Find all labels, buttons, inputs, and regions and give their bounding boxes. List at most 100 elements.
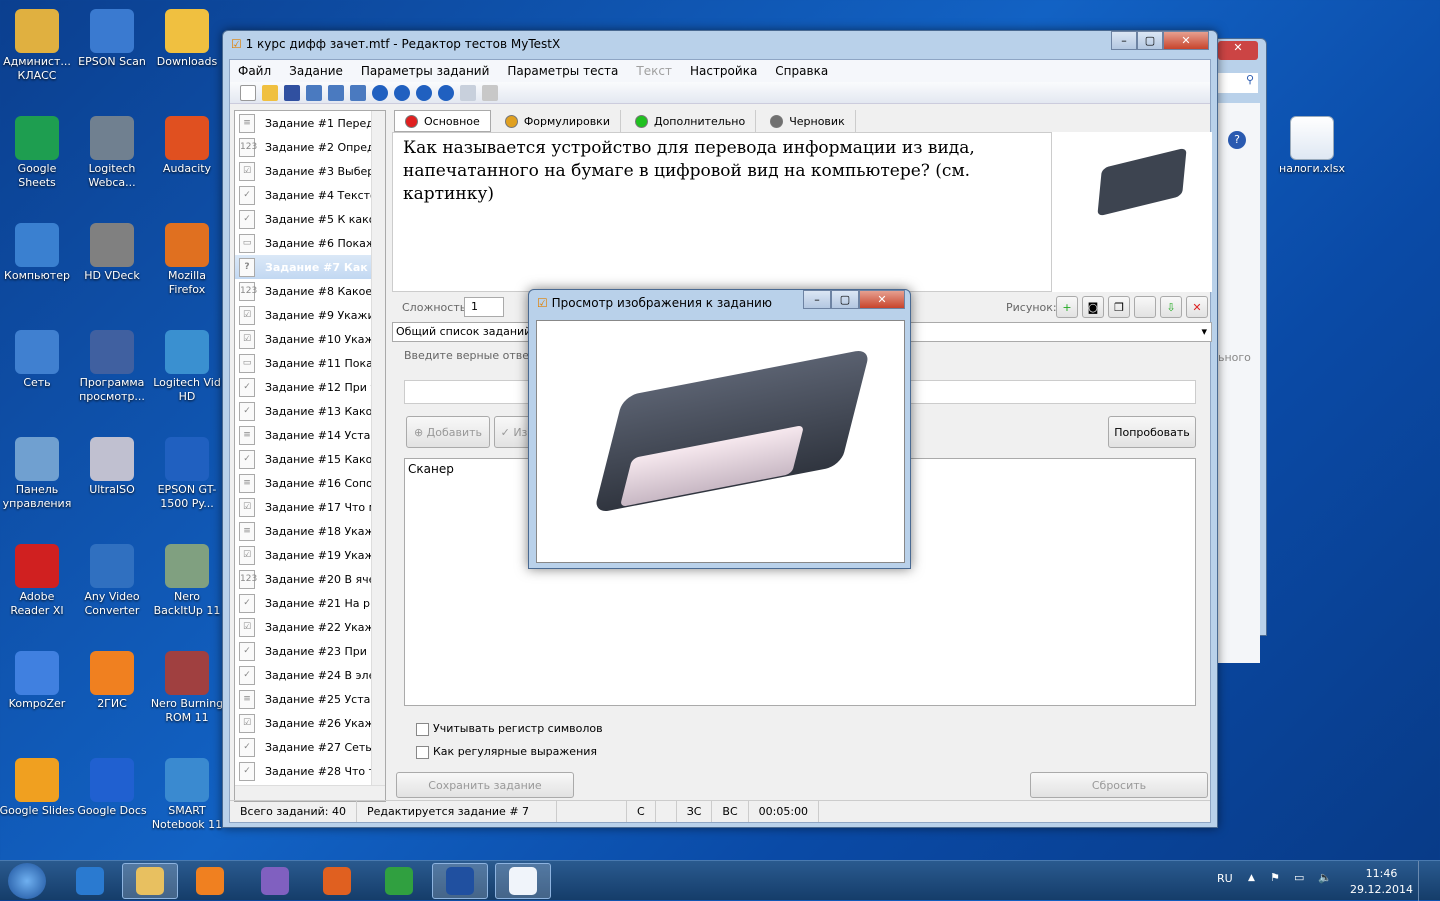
desktop-icon[interactable]: Mozilla Firefox bbox=[149, 219, 225, 297]
desktop-icon[interactable]: Downloads bbox=[149, 5, 225, 69]
task-list-item[interactable]: ✓Задание #24 В элект bbox=[235, 663, 371, 687]
task-list-item[interactable]: ≡Задание #14 Устано bbox=[235, 423, 371, 447]
menu-item[interactable]: Файл bbox=[238, 64, 271, 78]
task-list-item[interactable]: 123Задание #8 Какое ко bbox=[235, 279, 371, 303]
ie-taskbar-button[interactable] bbox=[62, 863, 118, 899]
word-taskbar-button[interactable] bbox=[432, 863, 488, 899]
new-file-icon[interactable] bbox=[240, 84, 256, 101]
desktop-icon[interactable]: Nero BackItUp 11 bbox=[149, 540, 225, 618]
show-desktop-button[interactable] bbox=[1418, 861, 1440, 901]
task-list-item[interactable]: ✓Задание #27 Сеть, к bbox=[235, 735, 371, 759]
answer-item[interactable]: Сканер bbox=[408, 462, 454, 476]
task-list-item[interactable]: 123Задание #20 В ячейк bbox=[235, 567, 371, 591]
copy-icon[interactable] bbox=[460, 84, 476, 101]
delete-picture-button[interactable]: ✕ bbox=[1186, 296, 1208, 318]
desktop-icon[interactable]: Nero Burning ROM 11 bbox=[149, 647, 225, 725]
export-picture-button[interactable]: ⇩ bbox=[1160, 296, 1182, 318]
add-picture-button[interactable]: + bbox=[1056, 296, 1078, 318]
start-button[interactable] bbox=[8, 863, 46, 899]
task-list-item[interactable]: ▭Задание #11 Покажи bbox=[235, 351, 371, 375]
help-icon[interactable]: ? bbox=[1228, 131, 1246, 149]
tab-1[interactable]: Формулировки bbox=[495, 110, 621, 132]
desktop-icon[interactable]: Админист... КЛАСС bbox=[0, 5, 75, 83]
blank-button[interactable] bbox=[1134, 296, 1156, 318]
menu-item[interactable]: Параметры заданий bbox=[361, 64, 490, 78]
desktop-icon[interactable]: Google Docs bbox=[74, 754, 150, 818]
desktop-icon[interactable]: Any Video Converter bbox=[74, 540, 150, 618]
task-list-item[interactable]: ≡Задание #25 Установ bbox=[235, 687, 371, 711]
action-center-flag-icon[interactable]: ⚑ bbox=[1270, 871, 1280, 884]
task-list-item[interactable]: ≡Задание #16 Сопоста bbox=[235, 471, 371, 495]
tab-0[interactable]: Основное bbox=[394, 110, 491, 132]
mytestx-taskbar-button[interactable] bbox=[495, 863, 551, 899]
copy-picture-button[interactable]: ❐ bbox=[1108, 296, 1130, 318]
regex-checkbox[interactable]: Как регулярные выражения bbox=[416, 745, 597, 759]
desktop-icon[interactable]: Logitech Vid HD bbox=[149, 326, 225, 404]
task-list-item[interactable]: ✓Задание #15 Какое к bbox=[235, 447, 371, 471]
desktop-icon-nalogi[interactable]: налоги.xlsx bbox=[1274, 112, 1350, 176]
show-hidden-icons[interactable]: ▲ bbox=[1248, 873, 1255, 883]
desktop-icon[interactable]: SMART Notebook 11 bbox=[149, 754, 225, 832]
task-list-item[interactable]: ▭Задание #6 Покажит bbox=[235, 231, 371, 255]
task-list-item[interactable]: ☑Задание #10 Укажит bbox=[235, 327, 371, 351]
desktop-icon[interactable]: HD VDeck bbox=[74, 219, 150, 283]
close-icon[interactable]: ✕ bbox=[1218, 41, 1258, 60]
media-player-taskbar-button[interactable] bbox=[182, 863, 238, 899]
task-list-item[interactable]: ✓Задание #13 Какое р bbox=[235, 399, 371, 423]
search-icon[interactable]: ⚲ bbox=[1218, 73, 1258, 93]
add-task-icon[interactable] bbox=[306, 84, 322, 101]
task-list-item[interactable]: ☑Задание #3 Выберит bbox=[235, 159, 371, 183]
save-icon[interactable] bbox=[284, 84, 300, 101]
menu-item[interactable]: Параметры теста bbox=[507, 64, 618, 78]
desktop-icon[interactable]: 2ГИС bbox=[74, 647, 150, 711]
delete-task-icon[interactable] bbox=[328, 84, 344, 101]
task-list-item[interactable]: ≡Задание #1 Перед ва bbox=[235, 111, 371, 135]
menu-item[interactable]: Настройка bbox=[690, 64, 757, 78]
chrome-taskbar-button[interactable] bbox=[371, 863, 427, 899]
desktop-icon[interactable]: Adobe Reader XI bbox=[0, 540, 75, 618]
move-up-icon[interactable] bbox=[372, 84, 388, 101]
vertical-scrollbar[interactable] bbox=[371, 111, 385, 787]
volume-icon[interactable]: 🔈 bbox=[1318, 871, 1332, 884]
reset-button[interactable]: Сбросить bbox=[1030, 772, 1208, 798]
desktop-icon[interactable]: Audacity bbox=[149, 112, 225, 176]
desktop-icon[interactable]: Сеть bbox=[0, 326, 75, 390]
move-down-icon[interactable] bbox=[394, 84, 410, 101]
question-thumbnail[interactable] bbox=[1052, 132, 1212, 292]
task-list-item[interactable]: ✓Задание #12 При уве bbox=[235, 375, 371, 399]
tab-2[interactable]: Дополнительно bbox=[625, 110, 757, 132]
try-button[interactable]: Попробовать bbox=[1108, 416, 1196, 448]
task-list-item[interactable]: ✓Задание #21 На рису bbox=[235, 591, 371, 615]
save-task-button[interactable]: Сохранить задание bbox=[396, 772, 574, 798]
task-list-item[interactable]: ☑Задание #22 Укажит bbox=[235, 615, 371, 639]
task-list-item[interactable]: ☑Задание #9 Укажите bbox=[235, 303, 371, 327]
task-list-item[interactable]: ☑Задание #19 Укажит bbox=[235, 543, 371, 567]
desktop-icon[interactable]: Google Slides bbox=[0, 754, 75, 818]
move-top-icon[interactable] bbox=[416, 84, 432, 101]
dialog-close-button[interactable]: ✕ bbox=[859, 290, 905, 309]
clock[interactable]: 11:46 29.12.2014 bbox=[1350, 866, 1413, 898]
add-answer-button[interactable]: ⊕ Добавить bbox=[406, 416, 490, 448]
task-list-item[interactable]: ✓Задание #5 К какому bbox=[235, 207, 371, 231]
paste-icon[interactable] bbox=[482, 84, 498, 101]
task-list-item[interactable]: ☑Задание #17 Что мож bbox=[235, 495, 371, 519]
language-indicator[interactable]: RU bbox=[1217, 872, 1233, 885]
camera-button[interactable]: ◙ bbox=[1082, 296, 1104, 318]
desktop-icon[interactable]: Logitech Webca... bbox=[74, 112, 150, 190]
visual-studio-taskbar-button[interactable] bbox=[247, 863, 303, 899]
question-text[interactable]: Как называется устройство для перевода и… bbox=[392, 132, 1052, 292]
task-list-item[interactable]: 123Задание #2 Определ bbox=[235, 135, 371, 159]
task-list-item[interactable]: ✓Задание #4 Текстовь bbox=[235, 183, 371, 207]
network-icon[interactable]: ▭ bbox=[1294, 871, 1304, 884]
desktop-icon[interactable]: Программа просмотр... bbox=[74, 326, 150, 404]
task-list-item[interactable]: ✓Задание #23 При пер bbox=[235, 639, 371, 663]
horizontal-scrollbar[interactable] bbox=[235, 785, 385, 801]
desktop-icon[interactable]: EPSON Scan bbox=[74, 5, 150, 69]
desktop-icon[interactable]: EPSON GT-1500 Py... bbox=[149, 433, 225, 511]
task-list-item[interactable]: ✓Задание #28 Что так bbox=[235, 759, 371, 783]
firefox-taskbar-button[interactable] bbox=[309, 863, 365, 899]
task-list-item[interactable]: ?Задание #7 Как на bbox=[235, 255, 371, 279]
desktop-icon[interactable]: Компьютер bbox=[0, 219, 75, 283]
menu-item[interactable]: Задание bbox=[289, 64, 343, 78]
dialog-maximize-button[interactable]: ▢ bbox=[831, 290, 859, 309]
